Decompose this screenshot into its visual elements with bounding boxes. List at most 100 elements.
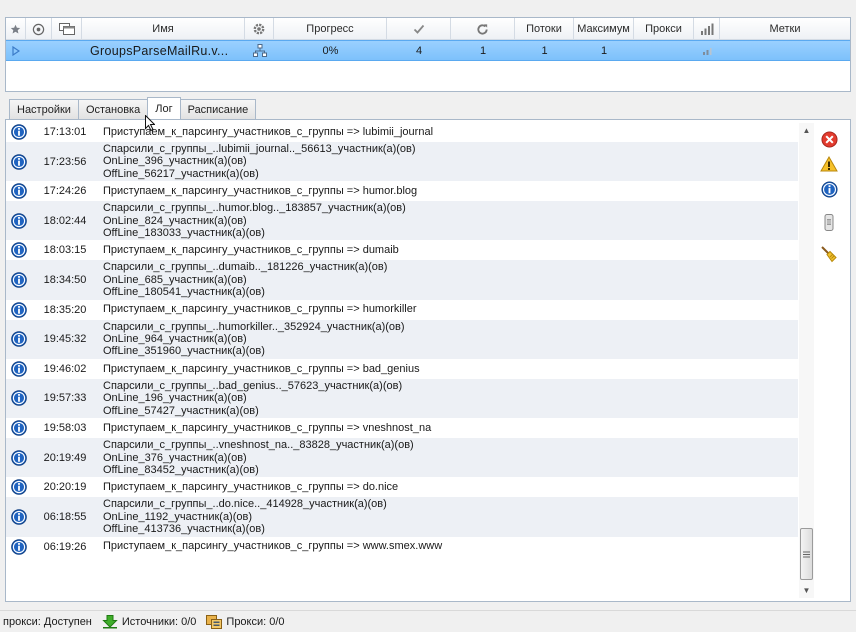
info-icon	[11, 272, 27, 288]
log-message: Спарсили_с_группы_..bad_genius.._57623_у…	[98, 379, 402, 418]
sources-status[interactable]: Источники: 0/0	[102, 614, 196, 629]
log-message-line: OffLine_83452_участник(а)(ов)	[103, 463, 259, 476]
tab-schedule[interactable]: Расписание	[179, 99, 257, 119]
log-message: Приступаем_к_парсингу_участников_с_групп…	[98, 480, 398, 494]
log-entry[interactable]: 20:20:19 Приступаем_к_парсингу_участников…	[6, 478, 798, 498]
info-icon	[820, 180, 838, 198]
info-icon	[11, 509, 27, 525]
scroll-up-button[interactable]: ▲	[799, 123, 814, 137]
info-icon	[11, 153, 27, 170]
task-repeat-count: 1	[479, 44, 487, 57]
tab-settings[interactable]: Настройки	[9, 99, 79, 119]
log-entry[interactable]: 18:34:50 Спарсили_с_группы_..dumaib.._181…	[6, 260, 798, 301]
log-list[interactable]: 17:13:01 Приступаем_к_парсингу_участников…	[6, 123, 798, 598]
task-threads: 1	[541, 44, 548, 57]
repeat-column[interactable]	[451, 18, 515, 40]
info-icon	[11, 479, 27, 496]
broom-icon	[821, 246, 837, 263]
log-time: 19:46:02	[43, 362, 87, 375]
log-time: 17:24:26	[43, 185, 87, 198]
log-time: 18:34:50	[43, 274, 87, 287]
clean-log-button[interactable]	[818, 243, 840, 265]
log-entry[interactable]: 20:19:49 Спарсили_с_группы_..vneshnost_na…	[6, 438, 798, 479]
log-entry[interactable]: 18:03:15 Приступаем_к_парсингу_участников…	[6, 241, 798, 261]
log-entry[interactable]: 06:19:26 Приступаем_к_парсингу_участников…	[6, 537, 798, 557]
task-maximum: 1	[600, 44, 608, 57]
tab-bar: Настройки Остановка Лог Расписание	[9, 97, 257, 119]
log-entry[interactable]: 17:24:26 Приступаем_к_парсингу_участников…	[6, 182, 798, 202]
log-entry[interactable]: 06:18:55 Спарсили_с_группы_..do.nice.._41…	[6, 497, 798, 538]
log-scrollbar[interactable]: ▲ ▼	[799, 123, 814, 598]
windows-icon	[58, 23, 75, 35]
proxies-status-text: Прокси: 0/0	[226, 615, 285, 628]
log-entry[interactable]: 19:46:02 Приступаем_к_парсингу_участников…	[6, 359, 798, 379]
scroll-icon	[824, 213, 834, 231]
log-entry[interactable]: 19:58:03 Приступаем_к_парсингу_участников…	[6, 419, 798, 439]
row-settings-cell[interactable]	[245, 41, 274, 60]
log-message-line: Спарсили_с_группы_..humor.blog.._183857_…	[103, 202, 406, 215]
column-name[interactable]: Имя	[82, 18, 245, 40]
signal-bars-icon	[700, 23, 713, 35]
column-threads[interactable]: Потоки	[515, 18, 574, 40]
log-message-line: Спарсили_с_группы_..vneshnost_na.._83828…	[103, 439, 414, 452]
log-message: Приступаем_к_парсингу_участников_с_групп…	[98, 362, 420, 376]
autoscroll-button[interactable]	[818, 211, 840, 233]
favorite-column[interactable]	[6, 18, 26, 40]
info-icon	[11, 242, 27, 259]
info-icon	[11, 301, 27, 318]
status-column[interactable]	[26, 18, 52, 40]
grid-header: Имя Прогресс Потоки Максимум Прокси Метк…	[6, 18, 850, 40]
warning-icon	[820, 156, 838, 172]
signal-column[interactable]	[694, 18, 720, 40]
log-message: Приступаем_к_парсингу_участников_с_групп…	[98, 243, 399, 257]
log-message-line: Приступаем_к_парсингу_участников_с_групп…	[103, 303, 417, 316]
row-signal-cell	[694, 41, 720, 60]
log-message-line: Приступаем_к_парсингу_участников_с_групп…	[103, 421, 432, 434]
tab-stop[interactable]: Остановка	[77, 99, 149, 119]
scroll-down-button[interactable]: ▼	[799, 583, 814, 597]
row-play-cell[interactable]	[6, 41, 26, 60]
log-message-line: Спарсили_с_группы_..dumaib.._181226_учас…	[103, 261, 388, 274]
log-message-line: OffLine_183033_участник(а)(ов)	[103, 227, 265, 240]
refresh-icon	[477, 23, 488, 35]
log-entry[interactable]: 17:23:56 Спарсили_с_группы_..lubimii_jour…	[6, 142, 798, 183]
scroll-thumb[interactable]	[800, 528, 813, 580]
log-message: Спарсили_с_группы_..vneshnost_na.._83828…	[98, 438, 414, 477]
success-column[interactable]	[387, 18, 451, 40]
log-message-line: Приступаем_к_парсингу_участников_с_групп…	[103, 540, 443, 553]
info-icon	[11, 213, 27, 229]
status-bar: прокси: Доступен Источники: 0/0 Прокси: …	[0, 610, 856, 632]
log-message-line: Спарсили_с_группы_..lubimii_journal.._56…	[103, 143, 416, 155]
log-message-line: OnLine_396_участник(а)(ов)	[103, 155, 247, 168]
task-row[interactable]: GroupsParseMailRu.v... 0% 4 1 1 1	[6, 40, 850, 61]
log-message-line: OffLine_56217_участник(а)(ов)	[103, 167, 259, 180]
download-arrow-icon	[102, 614, 118, 628]
window-column[interactable]	[52, 18, 82, 40]
task-grid: Имя Прогресс Потоки Максимум Прокси Метк…	[5, 17, 851, 92]
filter-warnings-button[interactable]	[818, 153, 840, 175]
log-time: 19:45:32	[43, 333, 87, 346]
filter-info-button[interactable]	[818, 178, 840, 200]
column-maximum[interactable]: Максимум	[574, 18, 634, 40]
column-progress[interactable]: Прогресс	[274, 18, 387, 40]
log-entry[interactable]: 18:35:20 Приступаем_к_парсингу_участников…	[6, 300, 798, 320]
settings-column[interactable]	[245, 18, 274, 40]
log-time: 06:18:55	[43, 510, 87, 523]
grip-icon	[803, 551, 810, 557]
column-labels[interactable]: Метки	[720, 18, 850, 40]
log-entry[interactable]: 18:02:44 Спарсили_с_группы_..humor.blog..…	[6, 201, 798, 242]
column-proxy[interactable]: Прокси	[634, 18, 694, 40]
log-entry[interactable]: 17:13:01 Приступаем_к_парсингу_участников…	[6, 123, 798, 142]
log-time: 17:23:56	[43, 155, 87, 168]
log-entry[interactable]: 19:57:33 Спарсили_с_группы_..bad_genius..…	[6, 378, 798, 420]
info-icon	[11, 331, 27, 348]
log-entry[interactable]: 19:45:32 Спарсили_с_группы_..humorkiller.…	[6, 319, 798, 360]
proxies-status[interactable]: Прокси: 0/0	[206, 614, 285, 629]
log-message-line: Приступаем_к_парсингу_участников_с_групп…	[103, 185, 418, 198]
clear-log-button[interactable]	[818, 128, 840, 150]
log-message-line: OnLine_1192_участник(а)(ов)	[103, 510, 253, 523]
log-message: Приступаем_к_парсингу_участников_с_групп…	[98, 539, 442, 553]
log-message-line: Приступаем_к_парсингу_участников_с_групп…	[103, 362, 420, 375]
log-message-line: OffLine_57427_участник(а)(ов)	[103, 404, 259, 417]
log-message: Спарсили_с_группы_..humor.blog.._183857_…	[98, 201, 406, 240]
